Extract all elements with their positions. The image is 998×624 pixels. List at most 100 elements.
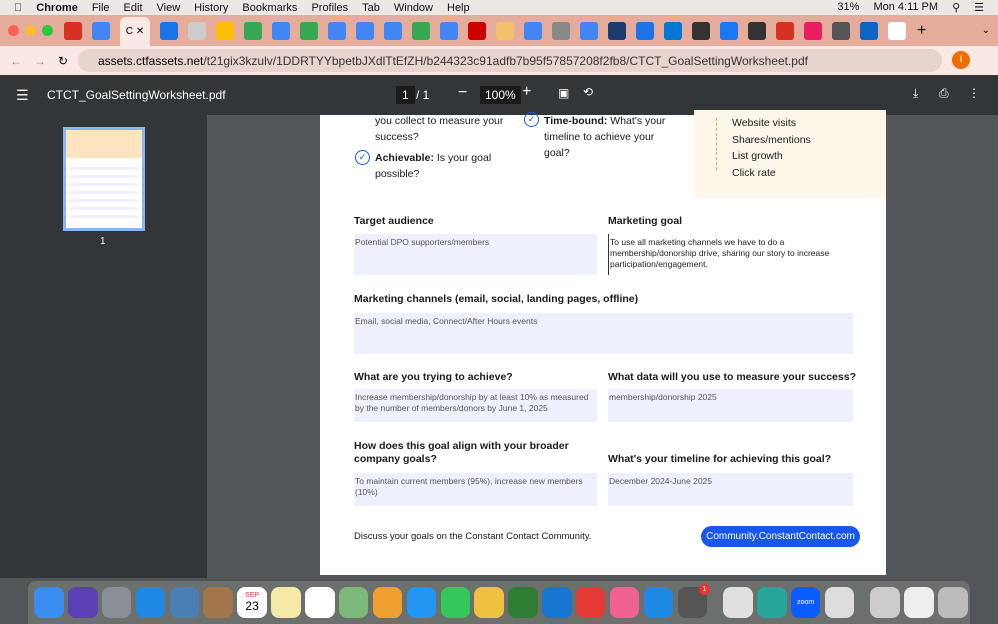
menu-app[interactable]: Chrome [36, 2, 78, 14]
dock-app-icon[interactable] [575, 587, 606, 618]
browser-tab[interactable] [412, 21, 430, 40]
browser-tab[interactable] [860, 21, 878, 40]
dock-app-icon[interactable] [372, 587, 403, 618]
dock-app-icon[interactable] [508, 587, 538, 618]
profile-avatar[interactable]: I [952, 51, 970, 69]
dock-app-icon[interactable] [203, 587, 233, 618]
browser-tab[interactable] [440, 21, 458, 40]
menu-icon[interactable]: ☰ [16, 87, 29, 104]
browser-tab[interactable] [272, 21, 290, 40]
dock-app-icon[interactable] [870, 587, 900, 618]
calendar-icon[interactable]: SEP 23 [237, 587, 267, 618]
browser-tab[interactable] [64, 21, 82, 40]
zoom-window-button[interactable] [42, 25, 53, 36]
dock-app-icon[interactable] [824, 587, 855, 618]
marketing-channels-field[interactable]: Email, social media, Connect/After Hours… [354, 313, 853, 354]
browser-tab[interactable] [356, 21, 374, 40]
url-input[interactable]: assets.ctfassets.net/t21gix3kzulv/1DDRTY… [78, 49, 942, 72]
print-icon[interactable]: ⎙ [939, 86, 949, 101]
dock-app-icon[interactable] [609, 587, 640, 618]
menu-help[interactable]: Help [447, 2, 470, 14]
page-thumbnail[interactable] [63, 127, 145, 231]
browser-tab[interactable] [636, 21, 654, 40]
dock-app-icon[interactable] [169, 587, 200, 618]
clock[interactable]: Mon 4:11 PM [873, 1, 938, 14]
dock-app-icon[interactable] [474, 587, 504, 618]
tab-active[interactable]: C ✕ [120, 17, 150, 46]
dock-app-icon[interactable] [338, 587, 369, 618]
dock-app-icon[interactable] [135, 587, 166, 618]
menu-bookmarks[interactable]: Bookmarks [242, 2, 297, 14]
zoom-app-icon[interactable]: zoom [790, 587, 821, 618]
browser-tab[interactable] [92, 21, 110, 40]
tab-list-chevron-icon[interactable]: ⌄ [982, 25, 990, 36]
menu-view[interactable]: View [157, 2, 181, 14]
dock-app-icon[interactable] [101, 587, 132, 618]
target-audience-field[interactable]: Potential DPO supporters/members [354, 234, 597, 275]
browser-tab[interactable] [748, 21, 766, 40]
back-icon[interactable]: ← [10, 54, 22, 68]
close-window-button[interactable] [8, 25, 19, 36]
dock-app-icon[interactable] [723, 587, 753, 618]
trying-to-achieve-field[interactable]: Increase membership/donorship by at leas… [354, 389, 597, 422]
more-icon[interactable]: ⋮ [968, 86, 980, 100]
goal-alignment-field[interactable]: To maintain current members (95%), incre… [354, 473, 597, 506]
search-icon[interactable]: ⚲ [952, 1, 960, 14]
zoom-input[interactable]: 100% [480, 86, 521, 104]
menu-profiles[interactable]: Profiles [311, 2, 348, 14]
dock-app-icon[interactable] [34, 587, 64, 618]
apple-icon[interactable]:  [14, 2, 22, 14]
browser-tab[interactable] [300, 21, 318, 40]
dock-app-icon[interactable] [542, 587, 572, 618]
dock-app-icon[interactable] [406, 587, 437, 618]
browser-tab[interactable] [804, 21, 822, 40]
browser-tab[interactable] [160, 21, 178, 40]
reload-icon[interactable]: ↻ [58, 54, 68, 68]
measure-data-field[interactable]: membership/donorship 2025 [608, 389, 853, 422]
browser-tab[interactable] [188, 21, 206, 40]
menu-file[interactable]: File [92, 2, 110, 14]
browser-tab[interactable] [720, 21, 738, 40]
rotate-icon[interactable]: ⟲ [583, 85, 593, 99]
page-number-input[interactable]: 1 [396, 86, 415, 104]
dock-app-icon[interactable] [271, 587, 301, 618]
battery-status[interactable]: 31% [837, 1, 859, 14]
dock-app-icon[interactable] [757, 587, 787, 618]
browser-tab[interactable] [776, 21, 794, 40]
browser-tab[interactable] [384, 21, 402, 40]
browser-tab[interactable] [888, 21, 906, 40]
timeline-field[interactable]: December 2024-June 2025 [608, 473, 853, 506]
browser-tab[interactable] [580, 21, 598, 40]
browser-tab[interactable] [216, 21, 234, 40]
browser-tab[interactable] [608, 21, 626, 40]
dock-app-icon[interactable] [68, 587, 98, 618]
minimize-window-button[interactable] [25, 25, 36, 36]
dock-app-icon[interactable] [643, 587, 674, 618]
zoom-in-button[interactable]: + [522, 83, 531, 101]
dock-app-icon[interactable] [305, 587, 335, 618]
menu-window[interactable]: Window [394, 2, 433, 14]
marketing-goal-field[interactable]: To use all marketing channels we have to… [608, 234, 853, 275]
dock-app-icon[interactable] [938, 587, 968, 618]
browser-tab[interactable] [524, 21, 542, 40]
new-tab-button[interactable]: + [917, 22, 926, 40]
close-tab-icon[interactable]: ✕ [136, 26, 144, 37]
control-center-icon[interactable]: ☰ [974, 1, 984, 14]
zoom-out-button[interactable]: − [458, 84, 467, 102]
forward-icon[interactable]: → [34, 54, 46, 68]
browser-tab[interactable] [496, 21, 514, 40]
browser-tab[interactable] [692, 21, 710, 40]
browser-tab[interactable] [468, 21, 486, 40]
menu-history[interactable]: History [194, 2, 228, 14]
dock-app-icon[interactable] [440, 587, 470, 618]
system-preferences-icon[interactable]: 1 [677, 584, 710, 618]
menu-tab[interactable]: Tab [362, 2, 380, 14]
browser-tab[interactable] [328, 21, 346, 40]
download-icon[interactable]: ⤓ [913, 86, 918, 101]
browser-tab[interactable] [244, 21, 262, 40]
browser-tab[interactable] [832, 21, 850, 40]
fit-page-icon[interactable]: ▣ [558, 86, 569, 100]
community-link-button[interactable]: Community.ConstantContact.com [701, 526, 860, 547]
dock-app-icon[interactable] [904, 587, 934, 618]
browser-tab[interactable] [552, 21, 570, 40]
